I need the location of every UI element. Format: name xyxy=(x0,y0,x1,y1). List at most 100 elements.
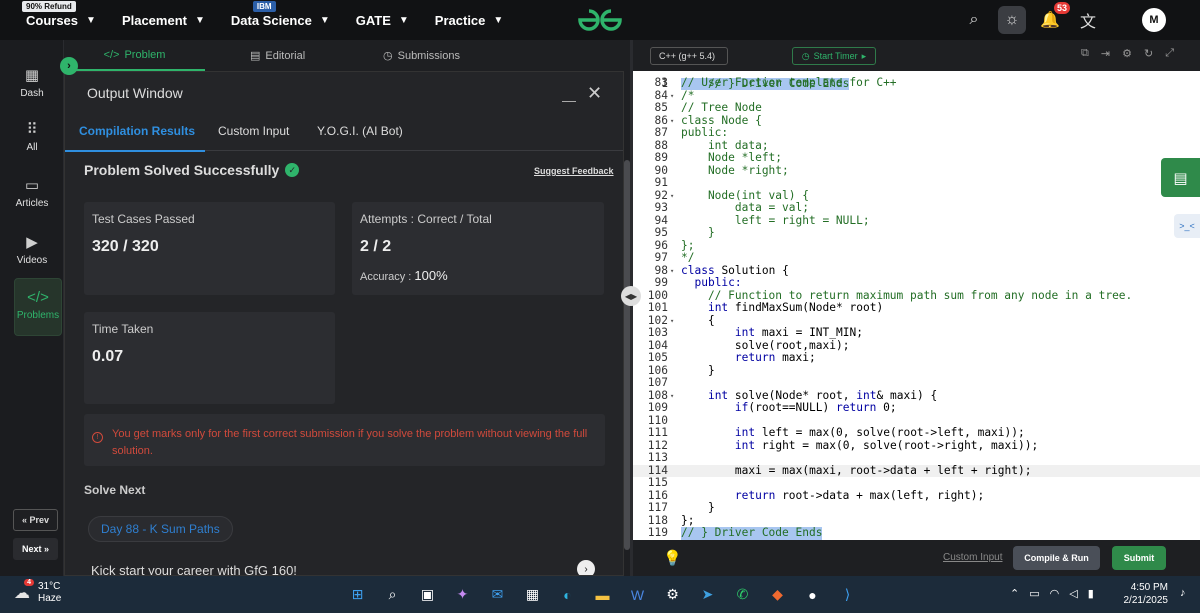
nav-gate[interactable]: GATE ▼ xyxy=(356,0,409,40)
copilot-icon[interactable]: ✦ xyxy=(450,582,475,607)
line-number: 113 xyxy=(647,451,668,464)
sidebar-item-problems[interactable]: </> Problems xyxy=(14,278,62,336)
file-explorer-icon[interactable]: ▬ xyxy=(590,582,615,607)
resize-handle-icon[interactable]: ◀▶ xyxy=(621,286,641,306)
sidebar-item-videos[interactable]: ▶ Videos xyxy=(0,233,64,266)
nav-data-science[interactable]: IBM Data Science ▼ xyxy=(231,0,330,40)
fold-arrow-icon[interactable]: ▾ xyxy=(670,265,674,278)
copy-icon[interactable]: ⧉ xyxy=(1081,47,1089,60)
outlook-icon[interactable]: ✉ xyxy=(485,582,510,607)
code-line[interactable]: 93 data = val; xyxy=(633,201,1200,215)
code-line[interactable]: 116 return root->data + max(left, right)… xyxy=(633,489,1200,503)
settings-icon[interactable]: ⚙ xyxy=(660,582,685,607)
code-snippet-icon[interactable]: >_< xyxy=(1174,214,1200,238)
code-editor[interactable]: 1 // } Driver Code Ends 83// User Fuctio… xyxy=(633,71,1200,540)
github-icon[interactable]: ● xyxy=(800,582,825,607)
sidebar-item-all[interactable]: ⠿ All xyxy=(0,120,64,153)
close-icon[interactable]: ✕ xyxy=(587,83,602,104)
tab-custom-input[interactable]: Custom Input xyxy=(218,124,289,138)
weather-widget[interactable]: ☁ 4 31°C Haze xyxy=(14,579,61,605)
minimize-icon[interactable] xyxy=(562,101,576,102)
status-text: Problem Solved Successfully xyxy=(84,162,280,178)
volume-icon[interactable]: ◁ xyxy=(1069,587,1077,600)
search-icon[interactable]: ⌕ xyxy=(960,6,988,34)
code-line[interactable]: 119 // } Driver Code Ends xyxy=(633,526,1200,540)
submit-button[interactable]: Submit xyxy=(1112,546,1166,570)
code-line[interactable]: 106 } xyxy=(633,364,1200,378)
code-line[interactable]: 85 // Tree Node xyxy=(633,101,1200,115)
fold-arrow-icon[interactable]: ▾ xyxy=(670,390,674,403)
code-line[interactable]: 89 Node *left; xyxy=(633,151,1200,165)
word-icon[interactable]: W xyxy=(625,582,650,607)
code-line[interactable]: 105 return maxi; xyxy=(633,351,1200,365)
tab-submissions[interactable]: ◷ Submissions xyxy=(383,40,460,71)
code-line[interactable]: 83 // User Fuction template for C++ xyxy=(633,76,1200,90)
tab-yogi-ai-bot[interactable]: Y.O.G.I. (AI Bot) xyxy=(317,124,403,138)
task-view-icon[interactable]: ▣ xyxy=(415,582,440,607)
edge-icon[interactable]: ◐ xyxy=(555,582,580,607)
output-window-header: Output Window ✕ xyxy=(65,72,623,114)
windows-taskbar: ☁ 4 31°C Haze ⊞ ⌕ ▣ ✦ ✉ ▦ ◐ ▬ W ⚙ ➤ ✆ ◆ ● … xyxy=(0,576,1200,613)
sidebar-item-articles[interactable]: ▭ Articles xyxy=(0,176,64,209)
search-icon[interactable]: ⌕ xyxy=(380,582,405,607)
chevron-right-icon[interactable]: › xyxy=(577,560,595,575)
next-problem-link[interactable]: Day 88 - K Sum Paths xyxy=(88,516,233,542)
code-line[interactable]: 109 if(root==NULL) return 0; xyxy=(633,401,1200,415)
suggest-feedback-link[interactable]: Suggest Feedback xyxy=(534,166,614,176)
code-line[interactable]: 101 int findMaxSum(Node* root) xyxy=(633,301,1200,315)
code-line[interactable]: 96}; xyxy=(633,239,1200,253)
fold-arrow-icon[interactable]: ▾ xyxy=(670,190,674,203)
fold-arrow-icon[interactable]: ▾ xyxy=(670,90,674,103)
settings-icon[interactable]: ⚙ xyxy=(1122,47,1132,60)
nav-practice[interactable]: Practice ▼ xyxy=(435,0,504,40)
vscode-icon[interactable]: ⟩ xyxy=(835,582,860,607)
custom-input-link[interactable]: Custom Input xyxy=(943,552,1002,563)
nav-courses[interactable]: 90% Refund Courses ▼ xyxy=(22,0,96,40)
windows-start-icon[interactable]: ⊞ xyxy=(345,582,370,607)
code-line[interactable]: 117 } xyxy=(633,501,1200,515)
tab-compilation-results[interactable]: Compilation Results xyxy=(65,124,206,152)
start-timer-button[interactable]: ◷ Start Timer ▸ xyxy=(792,47,876,65)
language-select[interactable]: C++ (g++ 5.4) xyxy=(650,47,728,65)
telegram-icon[interactable]: ➤ xyxy=(695,582,720,607)
code-line[interactable]: 91 xyxy=(633,176,1200,190)
sidebar-item-dash[interactable]: ▦ Dash xyxy=(0,66,64,99)
code-line[interactable]: 95 } xyxy=(633,226,1200,240)
wifi-icon[interactable]: ◠ xyxy=(1050,587,1060,600)
chat-icon[interactable]: ▤ xyxy=(1161,158,1200,197)
import-file-icon[interactable]: ⇥ xyxy=(1101,47,1110,60)
fullscreen-icon[interactable]: ⤢ xyxy=(1165,47,1174,60)
nav-placement[interactable]: Placement ▼ xyxy=(122,0,205,40)
prev-button[interactable]: « Prev xyxy=(13,509,58,531)
translate-icon[interactable]: 文 xyxy=(1074,6,1102,34)
tab-editorial[interactable]: ▤ Editorial xyxy=(250,40,305,71)
code-line[interactable]: 87 public: xyxy=(633,126,1200,140)
compile-run-button[interactable]: Compile & Run xyxy=(1013,546,1100,570)
avatar[interactable]: M xyxy=(1142,8,1166,32)
whatsapp-icon[interactable]: ✆ xyxy=(730,582,755,607)
tab-problem[interactable]: </> Problem xyxy=(64,40,205,71)
code-line[interactable]: 99 public: xyxy=(633,276,1200,290)
code-line[interactable]: 90 Node *right; xyxy=(633,164,1200,178)
clock-date: 2/21/2025 xyxy=(1123,595,1169,606)
battery-icon[interactable]: ▭ xyxy=(1029,587,1039,600)
chevron-right-icon[interactable]: › xyxy=(60,57,78,75)
gfg-logo[interactable] xyxy=(576,8,624,32)
store-icon[interactable]: ▦ xyxy=(520,582,545,607)
battery-level-icon[interactable]: ▮ xyxy=(1088,587,1094,600)
fold-arrow-icon[interactable]: ▾ xyxy=(670,115,674,128)
chevron-up-icon[interactable]: ⌃ xyxy=(1010,587,1019,600)
editor-tool-icons: ⧉ ⇥ ⚙ ↻ ⤢ xyxy=(1081,47,1174,60)
notification-bell-icon[interactable]: ♪ xyxy=(1180,587,1186,599)
code-line[interactable]: 94 left = right = NULL; xyxy=(633,214,1200,228)
taskbar-clock[interactable]: 4:50 PM 2/21/2025 xyxy=(1120,581,1169,607)
theme-toggle-icon[interactable]: ☼ xyxy=(998,6,1026,34)
code-line[interactable]: 114 maxi = max(maxi, root->data + left +… xyxy=(633,464,1200,477)
brave-icon[interactable]: ◆ xyxy=(765,582,790,607)
reset-icon[interactable]: ↻ xyxy=(1144,47,1153,60)
notification-bell-icon[interactable]: 🔔 53 xyxy=(1036,2,1070,34)
code-line[interactable]: 112 int right = max(0, solve(root->right… xyxy=(633,439,1200,453)
lightbulb-icon[interactable]: 💡 xyxy=(663,549,682,567)
next-button[interactable]: Next » xyxy=(13,538,58,560)
fold-arrow-icon[interactable]: ▾ xyxy=(670,315,674,328)
